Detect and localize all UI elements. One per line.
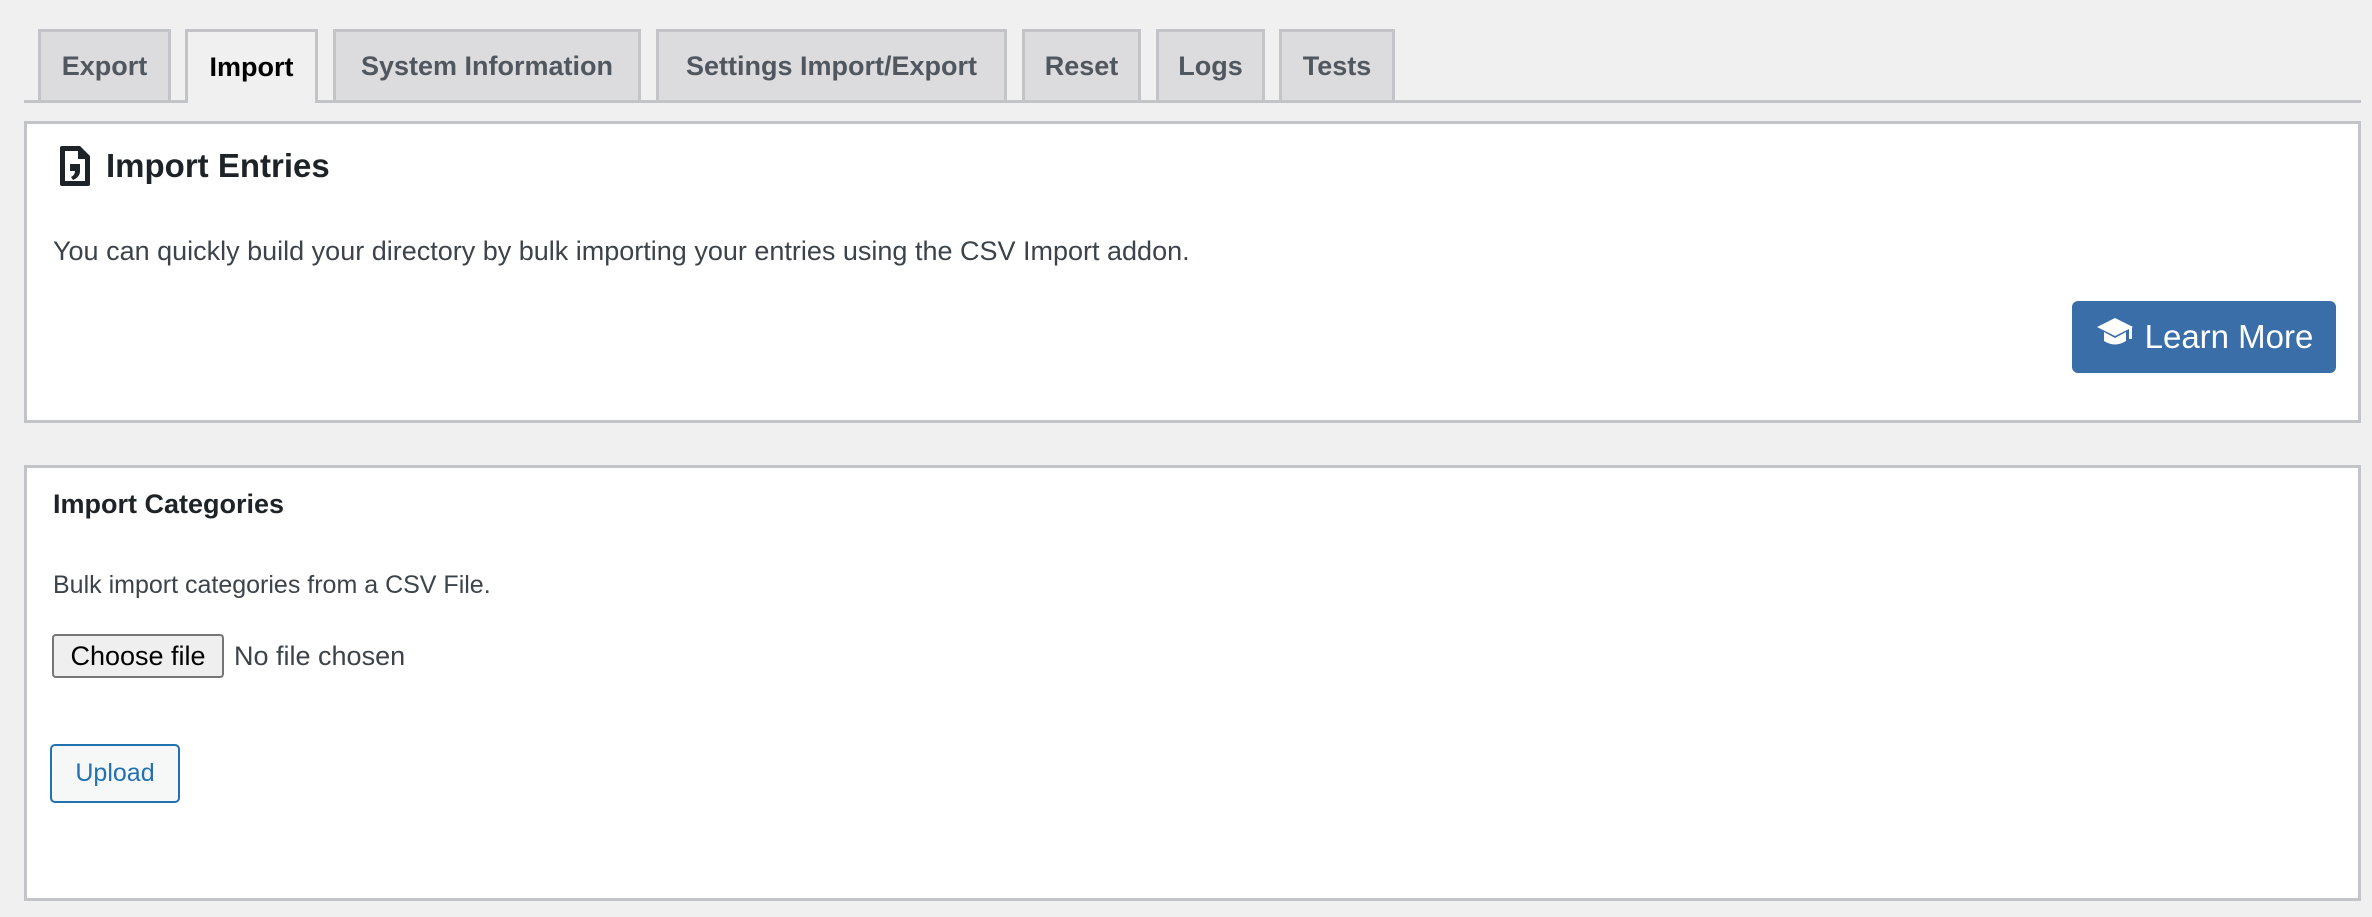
- tab-logs[interactable]: Logs: [1156, 29, 1265, 100]
- file-input[interactable]: Choose file No file chosen: [52, 634, 405, 678]
- tab-export[interactable]: Export: [38, 29, 171, 100]
- tab-bar: Export Import System Information Setting…: [24, 29, 2361, 103]
- file-import-icon: [58, 144, 92, 188]
- import-entries-title: Import Entries: [106, 147, 330, 184]
- tab-import[interactable]: Import: [185, 29, 318, 103]
- file-status: No file chosen: [234, 640, 406, 671]
- import-categories-panel: Import Categories Bulk import categories…: [24, 465, 2361, 901]
- import-entries-panel: Import Entries You can quickly build you…: [24, 121, 2361, 423]
- tab-tests[interactable]: Tests: [1279, 29, 1395, 100]
- choose-file-button[interactable]: Choose file: [52, 634, 224, 678]
- learn-more-button[interactable]: Learn More: [2072, 301, 2336, 373]
- learn-more-label: Learn More: [2144, 318, 2314, 355]
- import-categories-description: Bulk import categories from a CSV File.: [53, 571, 491, 599]
- import-entries-description: You can quickly build your directory by …: [53, 236, 1190, 266]
- tab-settings-import-export[interactable]: Settings Import/Export: [656, 29, 1007, 100]
- tab-system-information[interactable]: System Information: [333, 29, 641, 100]
- graduation-cap-icon: [2095, 315, 2135, 359]
- import-categories-title: Import Categories: [53, 489, 285, 519]
- upload-button[interactable]: Upload: [50, 744, 180, 803]
- tab-reset[interactable]: Reset: [1022, 29, 1141, 100]
